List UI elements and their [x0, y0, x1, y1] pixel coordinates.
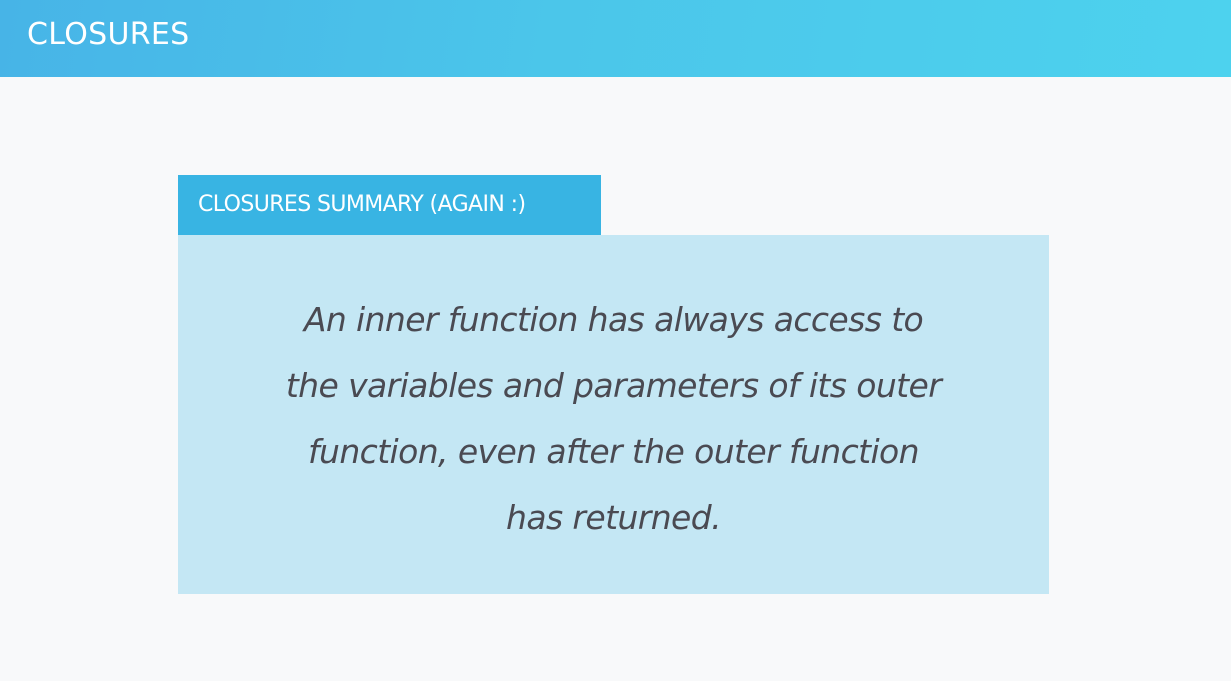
page-title: CLOSURES [27, 17, 190, 52]
slide: CLOSURES CLOSURES SUMMARY (AGAIN :) An i… [0, 0, 1231, 681]
summary-line-1: An inner function has always access to [303, 300, 924, 339]
summary-box: An inner function has always access to t… [178, 235, 1049, 594]
header-bar: CLOSURES [0, 0, 1231, 77]
summary-tab-label: CLOSURES SUMMARY (AGAIN :) [198, 192, 526, 217]
summary-line-4: has returned. [506, 498, 722, 537]
summary-line-3: function, even after the outer function [308, 432, 920, 471]
summary-line-2: the variables and parameters of its oute… [285, 366, 942, 405]
summary-tab: CLOSURES SUMMARY (AGAIN :) [178, 175, 601, 235]
summary-text: An inner function has always access to t… [178, 287, 1049, 551]
